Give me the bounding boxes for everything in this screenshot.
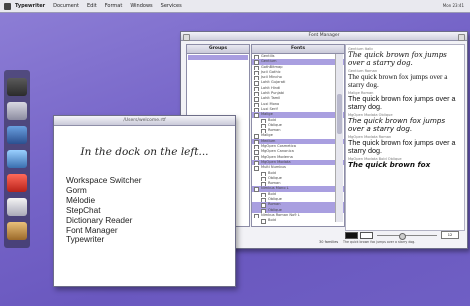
- chat-icon[interactable]: [7, 222, 27, 240]
- font-list-label: Multi Numbus: [261, 165, 286, 170]
- menu-document[interactable]: Document: [53, 3, 79, 9]
- miniaturize-button[interactable]: [183, 33, 190, 41]
- terminal-icon[interactable]: [7, 78, 27, 96]
- fonts-scrollbar[interactable]: [335, 54, 343, 222]
- font-list-item[interactable]: Bold: [252, 218, 344, 224]
- font-list-label: Bold: [268, 170, 276, 175]
- font-list-label: Oblique: [268, 122, 282, 127]
- sample-text: The quick brown fox jumps over a starry …: [348, 116, 446, 133]
- font-list-label: Roman: [268, 128, 281, 133]
- font-count: 30 families: [319, 240, 339, 244]
- groups-selected-row[interactable]: [188, 55, 248, 60]
- text-color-well[interactable]: [345, 232, 358, 239]
- menu-typewriter[interactable]: Typewriter: [15, 3, 45, 9]
- sample-block: MgOpen Modata Bold Oblique The quick bro…: [346, 157, 464, 169]
- font-list-label: Roman: [268, 202, 281, 207]
- font-list-label: MgOpen Modata: [261, 159, 291, 164]
- sample-block: Malige Roman The quick brown fox jumps o…: [346, 91, 464, 111]
- system-menu-icon[interactable]: [4, 2, 11, 10]
- globe-icon[interactable]: [7, 150, 27, 168]
- font-list-label: Malige: [261, 112, 273, 117]
- sample-block: MgOpen Modata Roman The quick brown fox …: [346, 135, 464, 155]
- document-list: Workspace Switcher Gorm Mélodie StepChat…: [66, 175, 235, 245]
- font-manager-title: Font Manager: [308, 33, 340, 38]
- font-list-label: Nimbus Roman No9 L: [261, 212, 300, 217]
- sample-text: The quick brown fox jumps over a starry …: [348, 50, 447, 67]
- font-list-label: MgOpen Canonica: [261, 149, 294, 154]
- font-list-label: Bold: [268, 218, 276, 223]
- font-list-label: MgOpen Cosmetica: [261, 144, 297, 149]
- preview-text-field[interactable]: The quick brown fox jumps over a starry …: [343, 240, 415, 244]
- font-manager-icon[interactable]: [7, 174, 27, 192]
- menu-windows[interactable]: Windows: [130, 3, 152, 9]
- sample-block: Gentium Roman The quick brown fox jumps …: [346, 69, 464, 89]
- sample-text: The quick brown fox jumps over a starry …: [348, 138, 456, 155]
- background-color-well[interactable]: [360, 232, 373, 239]
- typewriter-icon[interactable]: [7, 102, 27, 120]
- sample-block: MgOpen Modata Oblique The quick brown fo…: [346, 113, 464, 133]
- sample-text: The quick brown fox: [348, 160, 431, 169]
- sample-text: The quick brown fox jumps over a starry …: [348, 94, 456, 111]
- font-list: Gentilis Gentium GothBitmap Jscii Gothic Jsc…: [252, 54, 344, 224]
- document-heading: In the dock on the left...: [80, 146, 209, 158]
- font-list-label: Gentium: [261, 59, 277, 64]
- fonts-header: Fonts: [252, 45, 344, 54]
- groups-header: Groups: [187, 45, 249, 54]
- font-list-label: Luxi Serif: [261, 106, 278, 111]
- font-list-label: Roman: [268, 181, 281, 186]
- font-list-label: Oblique: [268, 197, 282, 202]
- menu-services[interactable]: Services: [161, 3, 182, 9]
- font-list-label: Gentilis: [261, 54, 275, 58]
- document-window: /Users/welcome.rtf In the dock on the le…: [53, 115, 236, 287]
- font-list-label: Medium: [261, 138, 276, 143]
- font-list-label: GothBitmap: [261, 64, 283, 69]
- font-list-label: Nimbus Mono L: [261, 186, 289, 191]
- scrollbar-thumb[interactable]: [337, 94, 342, 134]
- font-list-label: Lohit Gujarati: [261, 80, 286, 85]
- font-list-label: Jscii Mincho: [261, 75, 282, 80]
- menu-edit[interactable]: Edit: [87, 3, 97, 9]
- font-list-label: Lohit Hindi: [261, 85, 281, 90]
- list-item: Workspace Switcher: [66, 175, 142, 185]
- font-list-label: Jscii Gothic: [261, 69, 281, 74]
- size-slider[interactable]: [377, 233, 437, 240]
- menu-format[interactable]: Format: [105, 3, 123, 9]
- font-enable-checkbox[interactable]: [261, 219, 266, 224]
- fonts-pane: Fonts Gentilis Gentium GothBitmap Jscii Got…: [251, 44, 345, 227]
- size-field[interactable]: 12: [441, 231, 459, 239]
- font-list-label: MgOpen Moderna: [261, 154, 293, 159]
- font-list-label: Luxi Mono: [261, 101, 280, 106]
- font-list-label: Lohit Tamil: [261, 96, 281, 101]
- menu-bar: Typewriter Document Edit Format Windows …: [0, 0, 470, 13]
- list-item: Typewriter: [66, 234, 105, 245]
- font-list-label: Oblique: [268, 207, 282, 212]
- font-list-label: Bold: [268, 191, 276, 196]
- menu-clock: Mon 23:41: [442, 3, 464, 8]
- document-titlebar[interactable]: /Users/welcome.rtf: [54, 116, 235, 126]
- size-slider-knob[interactable]: [399, 233, 406, 240]
- font-list-label: Malige: [261, 133, 273, 138]
- font-manager-titlebar[interactable]: Font Manager: [181, 32, 467, 41]
- font-list-label: Lohit Punjabi: [261, 91, 285, 96]
- sample-block: Gentium Italic The quick brown fox jumps…: [346, 47, 464, 67]
- close-button[interactable]: [458, 33, 465, 41]
- font-list-label: Oblique: [268, 175, 282, 180]
- font-list-label: Bold: [268, 117, 276, 122]
- sample-text: The quick brown fox jumps over a starry …: [348, 73, 448, 89]
- dock: [4, 70, 30, 248]
- dictionary-icon[interactable]: [7, 198, 27, 216]
- pen-tool-icon[interactable]: [7, 126, 27, 144]
- preview-controls: 12 The quick brown fox jumps over a star…: [343, 229, 465, 246]
- preview-pane: Gentium Italic The quick brown fox jumps…: [345, 44, 465, 231]
